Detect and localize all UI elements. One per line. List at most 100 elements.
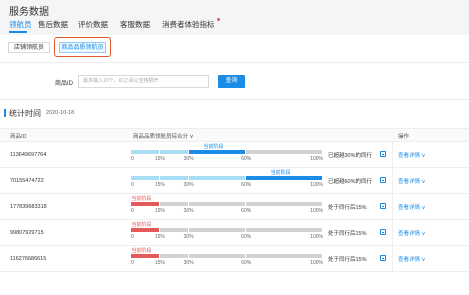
column-divider [392,194,393,220]
score-bar-segment [188,202,246,206]
note-icon[interactable] [380,203,386,209]
score-bar-segment [159,150,188,154]
view-details-link[interactable]: 查看详情 ∨ [398,255,426,263]
current-stage-label: 当前阶段 [131,196,152,202]
tick-label: 60% [241,182,252,188]
search-button[interactable]: 查询 [218,75,245,88]
stats-date: 2020-10-18 [46,110,75,116]
main-nav: 领航员 售后数据 评价数据 客服数据 消费者体验指标 [0,17,469,35]
tick-label: 15% [154,208,165,214]
score-bar-segment [246,176,322,180]
current-stage-label: 当前阶段 [203,144,224,150]
rank-status: 已超越60%的同行 [328,179,373,185]
tick-label: 30% [183,234,194,240]
table-row: 99807929715 当前阶段 0 15% 30% 60% 100% 处于同行后15% 查看详… [0,220,469,246]
tick-label: 100% [310,260,323,266]
score-bar: 当前阶段 0 15% 30% 60% 100% [131,222,323,240]
score-bar-segment [188,176,246,180]
tick-label: 0 [131,182,134,188]
current-stage-label: 当前阶段 [131,248,152,254]
view-details-link[interactable]: 查看详情 ∨ [398,151,426,159]
note-icon[interactable] [380,255,386,261]
score-bar: 当前阶段 0 15% 30% 60% 100% [131,196,323,214]
rank-status: 处于同行后15% [328,205,367,211]
table-header: 商品ID 商品品质领航员综合分 ∨ 操作 [0,128,469,142]
column-divider [392,168,393,194]
tick-label: 15% [154,182,165,188]
score-bar-segment [159,202,188,206]
current-stage-label: 当前阶段 [131,222,152,228]
score-bar-segment [131,202,159,206]
score-bar-segment [188,254,246,258]
tick-label: 30% [183,156,194,162]
score-bar-segment [159,254,188,258]
tab-navigator[interactable]: 领航员 [9,19,32,30]
subtab-store-navigator[interactable]: 店铺领航员 [8,42,50,53]
tab-reviews[interactable]: 评价数据 [78,19,108,30]
tick-label: 100% [310,156,323,162]
rank-status: 已超越30%的同行 [328,153,373,159]
search-input[interactable]: 最多输入10个，ID之间以空格隔开 [78,75,209,88]
score-bar-segment [246,150,322,154]
score-bar-segment [131,150,159,154]
header-score[interactable]: 商品品质领航员综合分 ∨ [133,132,194,140]
header-product-id: 商品ID [10,134,27,140]
current-stage-label: 当前阶段 [270,170,291,176]
tick-label: 100% [310,234,323,240]
tab-customer-service[interactable]: 客服数据 [120,19,150,30]
note-icon[interactable] [380,151,386,157]
product-id: 70155474722 [10,178,44,184]
view-details-link[interactable]: 查看详情 ∨ [398,203,426,211]
search-label: 商品ID [55,81,74,87]
table-row: 113649697764 当前阶段 0 15% 30% 60% 100% 已超越30%的同行 查… [0,142,469,168]
tick-label: 15% [154,156,165,162]
table-row: 70155474722 当前阶段 0 15% 30% 60% 100% 已超越60%的同行 查看… [0,168,469,194]
page-title: 服务数据 [9,7,49,18]
score-bar-segment [131,176,159,180]
tick-label: 15% [154,260,165,266]
score-bar-segment [188,228,246,232]
rank-status: 处于同行后15% [328,257,367,263]
tick-label: 60% [241,260,252,266]
score-bar: 当前阶段 0 15% 30% 60% 100% [131,248,323,266]
column-divider [392,220,393,246]
stats-title: 统计时间 [9,109,41,118]
table-row: 116276686615 当前阶段 0 15% 30% 60% 100% 处于同行后15% 查看… [0,246,469,272]
product-id: 116276686615 [10,256,47,262]
product-id: 177839683318 [10,204,47,210]
score-bar-segment [246,202,322,206]
tab-consumer-experience[interactable]: 消费者体验指标 [162,19,215,30]
score-bar-segment [131,228,159,232]
column-divider [392,142,393,168]
active-tab-underline [9,31,27,33]
divider [0,62,469,63]
score-bar: 当前阶段 0 15% 30% 60% 100% [131,144,323,162]
tick-label: 60% [241,234,252,240]
tick-label: 60% [241,208,252,214]
score-bar: 当前阶段 0 15% 30% 60% 100% [131,170,323,188]
section-marker [4,109,6,117]
tick-label: 100% [310,208,323,214]
score-bar-segment [246,254,322,258]
tick-label: 0 [131,156,134,162]
score-bar-segment [159,176,188,180]
table-row: 177839683318 当前阶段 0 15% 30% 60% 100% 处于同行后15% 查看… [0,194,469,220]
tick-label: 30% [183,208,194,214]
header-actions: 操作 [398,134,410,140]
view-details-link[interactable]: 查看详情 ∨ [398,229,426,237]
tick-label: 60% [241,156,252,162]
column-divider [392,246,393,272]
product-id: 99807929715 [10,230,44,236]
rank-status: 处于同行后15% [328,231,367,237]
view-details-link[interactable]: 查看详情 ∨ [398,177,426,185]
highlight-frame [54,37,111,57]
divider [0,99,469,100]
tick-label: 30% [183,182,194,188]
tab-after-sales[interactable]: 售后数据 [38,19,68,30]
score-bar-segment [246,228,322,232]
note-icon[interactable] [380,177,386,183]
note-icon[interactable] [380,229,386,235]
notification-dot [217,18,220,21]
tick-label: 0 [131,234,134,240]
tick-label: 30% [183,260,194,266]
